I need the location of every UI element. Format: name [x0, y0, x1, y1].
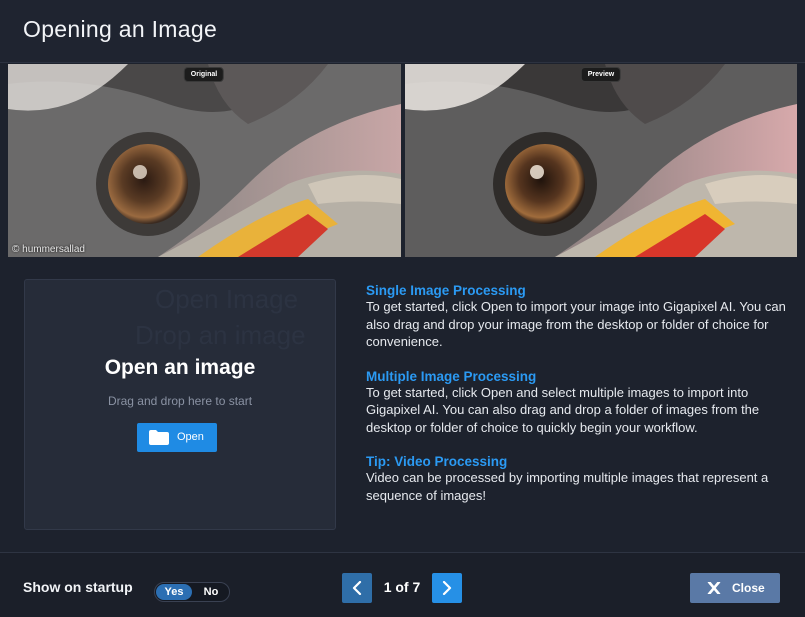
info-body: To get started, click Open to import you…: [366, 299, 786, 349]
close-icon: [707, 582, 721, 594]
show-on-startup-toggle[interactable]: Yes No: [154, 582, 230, 602]
ghost-text-drop: Drop an image: [135, 320, 306, 350]
original-image: Original © hummersallad: [8, 64, 401, 257]
open-image-heading: Open an image: [104, 356, 256, 379]
dialog-title: Opening an Image: [23, 16, 218, 42]
close-button[interactable]: Close: [690, 573, 780, 603]
dialog-footer: Show on startup Yes No 1 of 7 Close: [0, 552, 805, 617]
dialog-title-bar: Opening an Image: [0, 0, 805, 63]
info-video-tip: Tip: Video Processing Video can be proce…: [366, 454, 786, 504]
info-title: Tip: Video Processing: [366, 454, 508, 469]
folder-icon: [149, 430, 169, 450]
opening-image-dialog: Opening an Image Original © hummersallad…: [0, 0, 805, 617]
open-button[interactable]: Open: [137, 423, 217, 452]
close-button-label: Close: [732, 581, 765, 595]
drag-drop-hint: Drag and drop here to start: [107, 394, 253, 408]
previous-page-button[interactable]: [342, 573, 372, 603]
open-button-label: Open: [177, 431, 204, 443]
info-multiple-images: Multiple Image Processing To get started…: [366, 369, 786, 437]
open-image-dropzone[interactable]: Open Image Drop an image Open an image D…: [24, 279, 336, 530]
chevron-right-icon: [442, 581, 452, 595]
info-title: Multiple Image Processing: [366, 368, 537, 384]
toggle-yes-option[interactable]: Yes: [156, 584, 192, 600]
image-watermark: © hummersallad: [12, 244, 85, 255]
ghost-text-open: Open Image: [155, 284, 299, 314]
info-single-image: Single Image Processing To get started, …: [366, 283, 786, 351]
info-body: Video can be processed by importing mult…: [366, 470, 769, 503]
preview-image: Preview: [405, 64, 797, 257]
info-title: Single Image Processing: [366, 283, 526, 298]
original-tag: Original: [183, 67, 225, 82]
preview-tag: Preview: [580, 67, 622, 82]
chevron-left-icon: [352, 581, 362, 595]
next-page-button[interactable]: [432, 573, 462, 603]
show-on-startup-label: Show on startup: [23, 579, 133, 595]
info-body: To get started, click Open and select mu…: [366, 384, 760, 435]
toggle-no-option[interactable]: No: [195, 584, 227, 600]
instructions-panel: Single Image Processing To get started, …: [366, 283, 786, 522]
page-counter: 1 of 7: [383, 579, 421, 595]
